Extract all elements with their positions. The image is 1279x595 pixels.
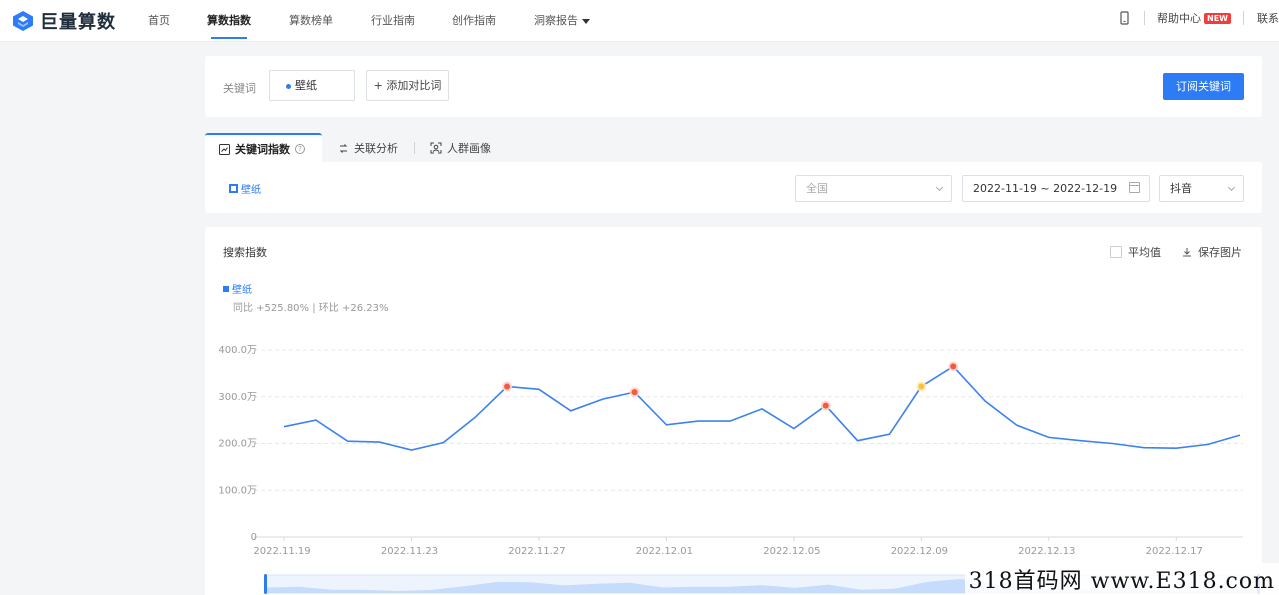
nav-item-index[interactable]: 算数指数 — [207, 12, 251, 39]
x-tick-label: 2022.12.05 — [763, 546, 820, 557]
nav-item-reports[interactable]: 洞察报告 — [534, 12, 590, 28]
event-marker[interactable] — [504, 383, 511, 390]
y-tick-label: 300.0万 — [218, 392, 257, 403]
legend-square-icon — [229, 184, 238, 193]
y-tick-label: 200.0万 — [218, 439, 257, 450]
user-scan-icon — [430, 142, 442, 154]
help-center-label: 帮助中心 — [1157, 12, 1201, 25]
x-tick-label: 2022.12.09 — [891, 546, 948, 557]
nav-item-reports-label: 洞察报告 — [534, 14, 578, 27]
nav-item-ranking[interactable]: 算数榜单 — [289, 12, 333, 28]
x-tick-label: 2022.12.17 — [1146, 546, 1203, 557]
trend-chart-icon — [219, 143, 230, 155]
region-select[interactable]: 全国 — [795, 175, 952, 202]
search-index-line-chart[interactable]: 0 100.0万 200.0万 300.0万 400.0万 2022.11.19 2022.… — [205, 227, 1262, 595]
tab-divider — [414, 142, 415, 154]
tab-related-analysis-label: 关联分析 — [354, 142, 398, 155]
nav-divider — [1243, 11, 1244, 25]
tab-audience-profile-label: 人群画像 — [447, 142, 491, 155]
y-tick-label: 100.0万 — [218, 485, 257, 496]
nav-divider — [1144, 11, 1145, 25]
watermark-text: 318首码网 www.E318.com — [964, 563, 1279, 595]
add-compare-button[interactable]: + 添加对比词 — [366, 70, 449, 101]
keyword-card: 关键词 壁纸 + 添加对比词 订阅关键词 — [205, 56, 1262, 117]
nav-item-home[interactable]: 首页 — [148, 12, 170, 28]
event-marker[interactable] — [822, 402, 829, 409]
event-marker[interactable] — [950, 363, 957, 370]
tab-related-analysis[interactable]: 关联分析 — [338, 133, 398, 163]
help-center-link[interactable]: 帮助中心 NEW — [1157, 10, 1231, 26]
chevron-down-icon — [935, 183, 944, 192]
chevron-down-icon — [1227, 183, 1236, 192]
tab-keyword-index-label: 关键词指数 — [235, 143, 290, 156]
keyword-legend-label: 壁纸 — [241, 185, 261, 196]
date-range-value: 2022-11-19 ~ 2022-12-19 — [973, 182, 1118, 195]
new-badge: NEW — [1204, 12, 1231, 24]
event-marker[interactable] — [631, 389, 638, 396]
chart-card: 搜索指数 平均值 保存图片 壁纸 同比 +525.80% | 环比 +26.23… — [205, 227, 1262, 595]
region-select-value: 全国 — [806, 182, 828, 195]
keyword-label: 关键词 — [223, 82, 256, 95]
y-tick-label: 0 — [251, 532, 257, 543]
nav-item-industry[interactable]: 行业指南 — [371, 12, 415, 28]
calendar-icon — [1129, 182, 1140, 193]
logo-text: 巨量算数 — [40, 12, 116, 33]
y-tick-label: 400.0万 — [218, 345, 257, 356]
nav-item-creation[interactable]: 创作指南 — [452, 12, 496, 28]
x-tick-label: 2022.12.01 — [636, 546, 693, 557]
caret-down-icon — [582, 18, 590, 24]
x-tick-label: 2022.11.27 — [508, 546, 565, 557]
keyword-chip-text: 壁纸 — [295, 79, 317, 92]
x-tick-label: 2022.11.19 — [253, 546, 310, 557]
x-tick-label: 2022.12.13 — [1018, 546, 1075, 557]
link-icon — [339, 143, 348, 153]
tab-audience-profile[interactable]: 人群画像 — [430, 133, 491, 163]
logo[interactable]: 巨量算数 — [12, 8, 116, 34]
contact-label: 联系 — [1257, 12, 1279, 25]
tab-keyword-index[interactable]: 关键词指数 ? — [205, 133, 322, 163]
event-marker[interactable] — [918, 383, 925, 390]
keyword-legend[interactable]: 壁纸 — [229, 181, 261, 196]
mobile-icon[interactable] — [1120, 11, 1129, 25]
platform-select[interactable]: 抖音 — [1159, 175, 1244, 202]
help-icon[interactable]: ? — [295, 144, 305, 154]
filter-card: 壁纸 全国 2022-11-19 ~ 2022-12-19 抖音 — [205, 162, 1262, 213]
logo-icon — [13, 11, 33, 31]
zoom-handle-left[interactable] — [264, 574, 267, 594]
platform-select-value: 抖音 — [1170, 182, 1192, 195]
keyword-dot-icon — [286, 83, 291, 89]
contact-link[interactable]: 联系 — [1257, 10, 1279, 26]
keyword-chip[interactable]: 壁纸 — [269, 70, 355, 101]
date-range-picker[interactable]: 2022-11-19 ~ 2022-12-19 — [962, 175, 1150, 202]
top-navbar: 巨量算数 首页 算数指数 算数榜单 行业指南 创作指南 洞察报告 帮助中心 NE… — [0, 0, 1279, 42]
x-tick-label: 2022.11.23 — [381, 546, 438, 557]
subscribe-keyword-button[interactable]: 订阅关键词 — [1163, 73, 1244, 100]
